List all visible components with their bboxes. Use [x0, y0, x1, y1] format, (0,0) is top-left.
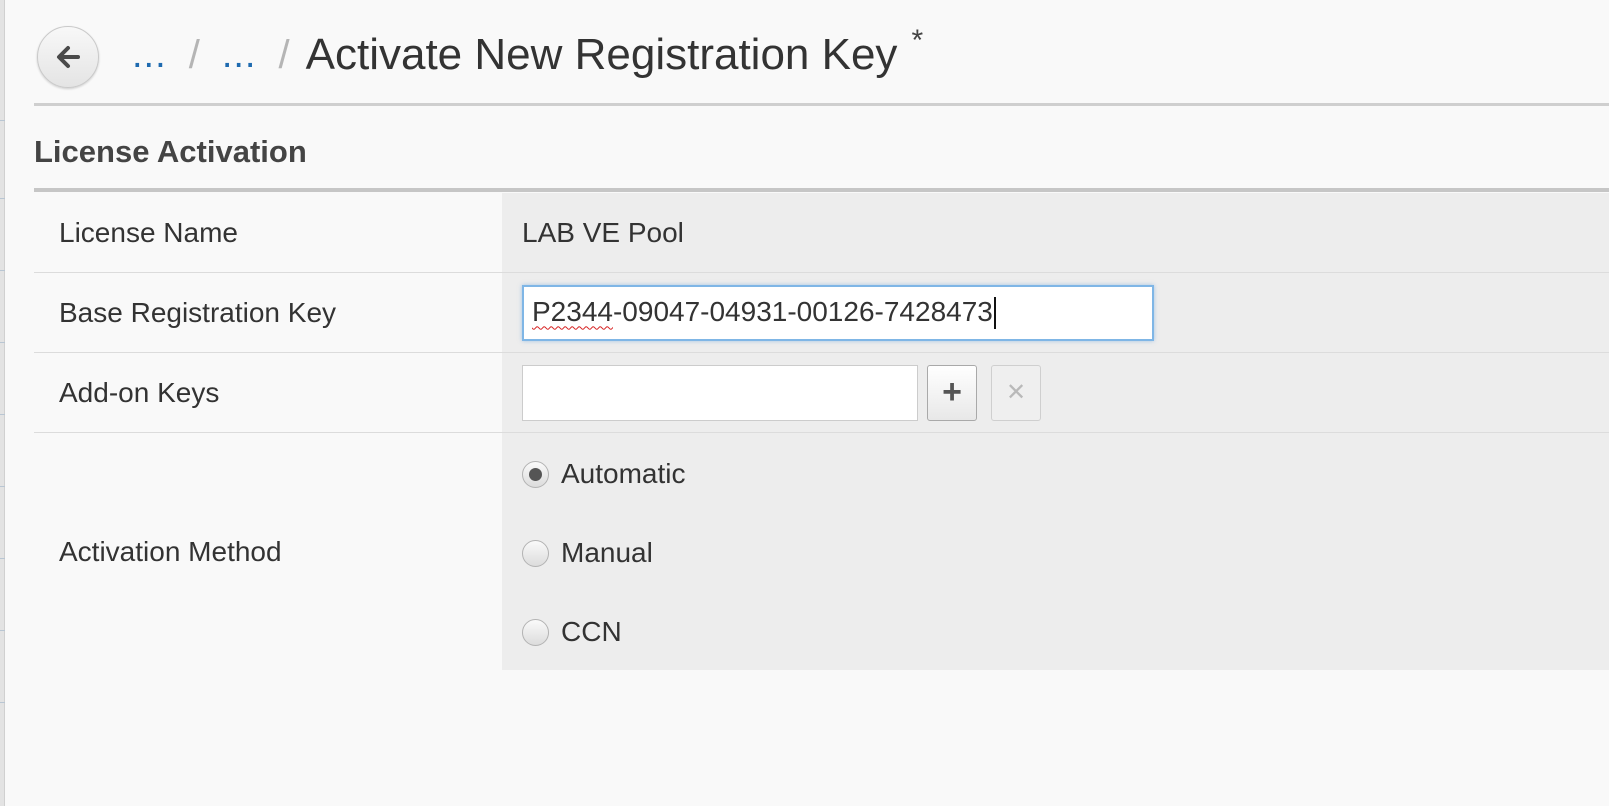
base-registration-key-input[interactable]: P2344-09047-04931-00126-7428473 — [522, 284, 1154, 341]
radio-manual[interactable]: Manual — [522, 537, 653, 569]
breadcrumb: ... / ... / Activate New Registration Ke… — [132, 24, 924, 84]
license-name-label: License Name — [34, 193, 502, 272]
base-registration-key-value-cell: P2344-09047-04931-00126-7428473 — [502, 273, 1609, 352]
text-caret — [993, 297, 996, 330]
form-row-addon-keys: Add-on Keys + ✕ — [34, 353, 1609, 433]
radio-button-automatic[interactable] — [522, 460, 549, 488]
close-icon: ✕ — [1005, 379, 1027, 406]
section-divider — [34, 188, 1609, 192]
form-row-activation-method: Activation Method — [34, 433, 1609, 670]
addon-key-input[interactable] — [522, 364, 918, 421]
radio-button-ccn[interactable] — [522, 618, 549, 646]
radio-automatic[interactable]: Automatic — [522, 458, 686, 490]
breadcrumb-separator: / — [188, 32, 200, 77]
addon-keys-label: Add-on Keys — [34, 353, 502, 432]
activation-method-label: Activation Method — [34, 433, 502, 670]
page-title: Activate New Registration Key — [305, 30, 898, 79]
breadcrumb-link-1[interactable]: ... — [132, 34, 167, 77]
form-row-base-registration-key: Base Registration Key P2344-09047-04931-… — [34, 273, 1609, 353]
radio-button-manual[interactable] — [522, 539, 549, 567]
arrow-left-icon — [57, 46, 80, 68]
section-title: License Activation — [34, 134, 307, 169]
unsaved-indicator: * — [911, 24, 924, 57]
radio-ccn[interactable]: CCN — [522, 616, 622, 648]
back-button[interactable] — [37, 26, 99, 88]
left-edge-strip — [0, 0, 5, 806]
spellcheck-flagged-text: P2344 — [532, 295, 613, 327]
remove-addon-key-button[interactable]: ✕ — [991, 364, 1041, 421]
breadcrumb-link-2[interactable]: ... — [222, 34, 257, 77]
addon-keys-value-cell: + ✕ — [502, 353, 1609, 432]
radio-label-ccn: CCN — [561, 616, 622, 647]
breadcrumb-separator: / — [278, 32, 290, 77]
add-addon-key-button[interactable]: + — [927, 364, 977, 421]
base-registration-key-rest: -09047-04931-00126-7428473 — [612, 295, 993, 327]
base-registration-key-label: Base Registration Key — [34, 273, 502, 352]
license-name-value-cell: LAB VE Pool — [502, 193, 1609, 272]
form-row-license-name: License Name LAB VE Pool — [34, 193, 1609, 273]
radio-selected-dot — [529, 467, 542, 481]
base-registration-key-text: P2344-09047-04931-00126-7428473 — [532, 296, 996, 330]
page-header: ... / ... / Activate New Registration Ke… — [34, 0, 1609, 106]
plus-icon: + — [942, 373, 962, 411]
radio-label-automatic: Automatic — [561, 458, 686, 489]
license-activation-form: License Name LAB VE Pool Base Registrati… — [34, 193, 1609, 670]
radio-label-manual: Manual — [561, 537, 653, 568]
license-name-value: LAB VE Pool — [522, 216, 684, 248]
